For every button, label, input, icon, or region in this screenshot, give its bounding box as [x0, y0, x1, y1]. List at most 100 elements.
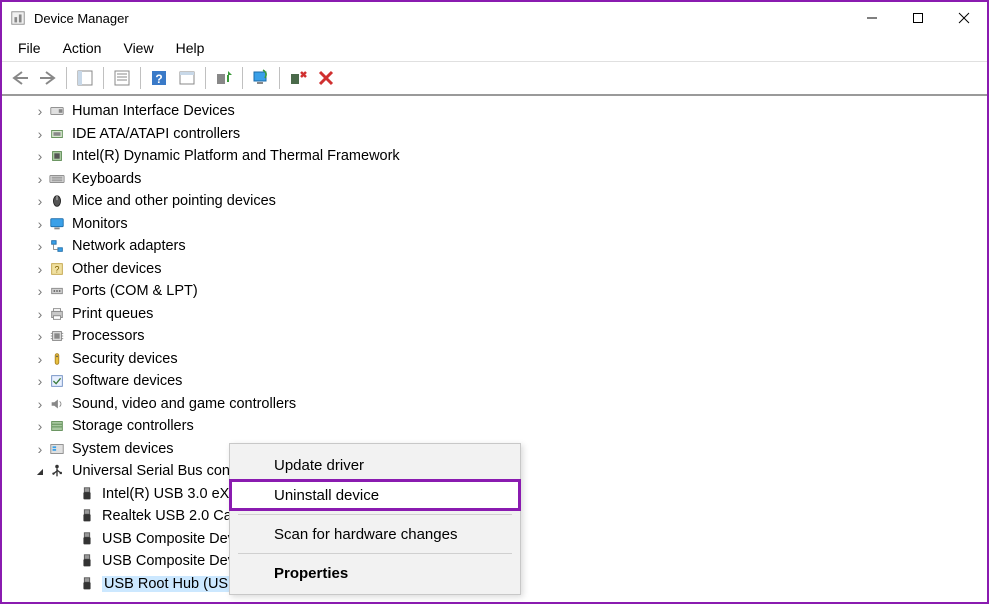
security-icon: [48, 350, 66, 368]
tree-label: USB Composite Dev: [102, 531, 235, 547]
toolbar-separator: [205, 67, 206, 89]
toolbar-separator: [103, 67, 104, 89]
expand-placeholder: [62, 508, 78, 524]
chip-icon: [48, 147, 66, 165]
expand-icon[interactable]: ›: [32, 441, 48, 457]
tree-label: Ports (COM & LPT): [72, 283, 198, 299]
tree-category[interactable]: › Network adapters: [2, 235, 987, 258]
collapse-icon[interactable]: ◢: [32, 463, 48, 479]
tree-category[interactable]: › Processors: [2, 325, 987, 348]
app-icon: [10, 10, 26, 26]
tree-category[interactable]: › Human Interface Devices: [2, 100, 987, 123]
tree-label: Storage controllers: [72, 418, 194, 434]
expand-placeholder: [62, 576, 78, 592]
usb-plug-icon: [78, 552, 96, 570]
context-uninstall-device[interactable]: Uninstall device: [230, 480, 520, 510]
expand-icon[interactable]: ›: [32, 396, 48, 412]
keyboard-icon: [48, 170, 66, 188]
toolbar-show-hide-button[interactable]: [71, 64, 99, 92]
expand-icon[interactable]: ›: [32, 171, 48, 187]
software-icon: [48, 372, 66, 390]
maximize-button[interactable]: [895, 2, 941, 34]
tree-category[interactable]: › Sound, video and game controllers: [2, 393, 987, 416]
tree-label: Processors: [72, 328, 145, 344]
menu-file[interactable]: File: [8, 36, 51, 60]
menu-help[interactable]: Help: [166, 36, 215, 60]
storage-icon: [48, 417, 66, 435]
expand-icon[interactable]: ›: [32, 126, 48, 142]
toolbar-forward-button[interactable]: [34, 64, 62, 92]
printer-icon: [48, 305, 66, 323]
expand-icon[interactable]: ›: [32, 328, 48, 344]
tree-label: Mice and other pointing devices: [72, 193, 276, 209]
mouse-icon: [48, 192, 66, 210]
tree-label: Sound, video and game controllers: [72, 396, 296, 412]
minimize-button[interactable]: [849, 2, 895, 34]
tree-label: Security devices: [72, 351, 178, 367]
system-icon: [48, 440, 66, 458]
toolbar-help-button[interactable]: [145, 64, 173, 92]
toolbar-back-button[interactable]: [6, 64, 34, 92]
tree-label: Intel(R) USB 3.0 eXte: [102, 486, 241, 502]
tree-category[interactable]: › Security devices: [2, 348, 987, 371]
usb-plug-icon: [78, 575, 96, 593]
expand-icon[interactable]: ›: [32, 261, 48, 277]
toolbar-properties-button[interactable]: [108, 64, 136, 92]
expand-placeholder: [62, 531, 78, 547]
expand-placeholder: [62, 486, 78, 502]
expand-icon[interactable]: ›: [32, 193, 48, 209]
expand-placeholder: [62, 553, 78, 569]
menu-view[interactable]: View: [113, 36, 163, 60]
toolbar: [2, 62, 987, 96]
port-icon: [48, 282, 66, 300]
expand-icon[interactable]: ›: [32, 148, 48, 164]
tree-category[interactable]: › Mice and other pointing devices: [2, 190, 987, 213]
tree-label: Realtek USB 2.0 Card: [102, 508, 245, 524]
cpu-icon: [48, 327, 66, 345]
toolbar-update-driver-button[interactable]: [210, 64, 238, 92]
tree-label: Print queues: [72, 306, 153, 322]
expand-icon[interactable]: ›: [32, 306, 48, 322]
expand-icon[interactable]: ›: [32, 238, 48, 254]
expand-icon[interactable]: ›: [32, 418, 48, 434]
toolbar-disable-button[interactable]: [312, 64, 340, 92]
tree-category[interactable]: › Keyboards: [2, 168, 987, 191]
tree-category[interactable]: › Monitors: [2, 213, 987, 236]
context-properties[interactable]: Properties: [230, 558, 520, 588]
tree-category[interactable]: › Intel(R) Dynamic Platform and Thermal …: [2, 145, 987, 168]
tree-category[interactable]: › Other devices: [2, 258, 987, 281]
tree-label: IDE ATA/ATAPI controllers: [72, 126, 240, 142]
expand-icon[interactable]: ›: [32, 216, 48, 232]
expand-icon[interactable]: ›: [32, 351, 48, 367]
toolbar-scan-button[interactable]: [247, 64, 275, 92]
context-update-driver[interactable]: Update driver: [230, 450, 520, 480]
ide-icon: [48, 125, 66, 143]
close-button[interactable]: [941, 2, 987, 34]
toolbar-uninstall-button[interactable]: [284, 64, 312, 92]
network-icon: [48, 237, 66, 255]
expand-icon[interactable]: ›: [32, 283, 48, 299]
tree-label: Other devices: [72, 261, 161, 277]
menu-action[interactable]: Action: [53, 36, 112, 60]
tree-label: Monitors: [72, 216, 128, 232]
tree-label: Network adapters: [72, 238, 186, 254]
tree-label: System devices: [72, 441, 174, 457]
tree-category[interactable]: › IDE ATA/ATAPI controllers: [2, 123, 987, 146]
tree-category[interactable]: › Print queues: [2, 303, 987, 326]
tree-category[interactable]: › Ports (COM & LPT): [2, 280, 987, 303]
expand-icon[interactable]: ›: [32, 103, 48, 119]
usb-plug-icon: [78, 485, 96, 503]
titlebar: Device Manager: [2, 2, 987, 34]
tree-category[interactable]: › Storage controllers: [2, 415, 987, 438]
menubar: File Action View Help: [2, 34, 987, 62]
context-separator: [238, 514, 512, 515]
tree-label: Software devices: [72, 373, 182, 389]
expand-icon[interactable]: ›: [32, 373, 48, 389]
context-scan-hardware[interactable]: Scan for hardware changes: [230, 519, 520, 549]
other-icon: [48, 260, 66, 278]
sound-icon: [48, 395, 66, 413]
tree-category[interactable]: › Software devices: [2, 370, 987, 393]
tree-label: Intel(R) Dynamic Platform and Thermal Fr…: [72, 148, 400, 164]
tree-label: USB Composite Dev: [102, 553, 235, 569]
toolbar-action-button[interactable]: [173, 64, 201, 92]
